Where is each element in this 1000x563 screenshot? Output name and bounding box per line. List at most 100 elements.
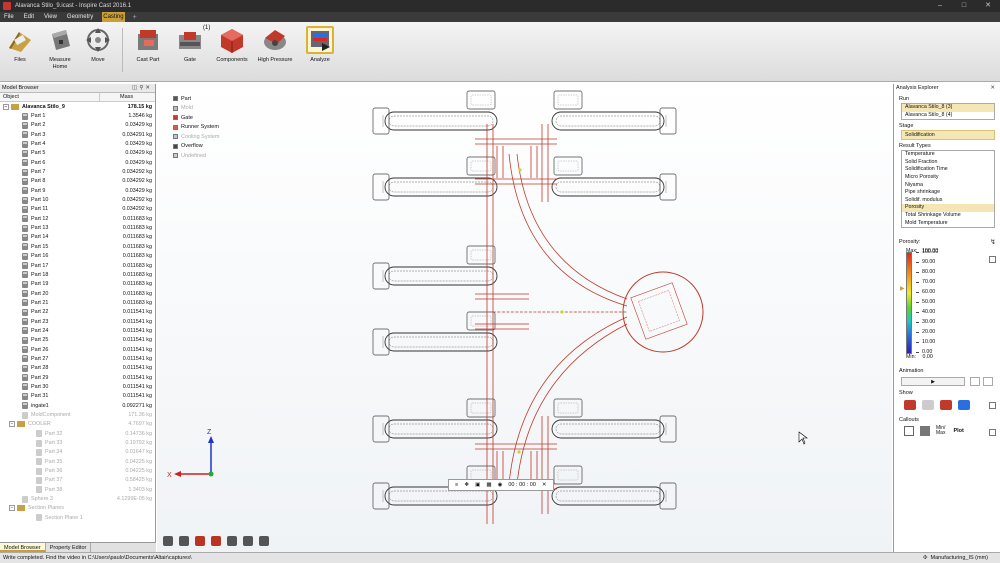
tree-row[interactable]: Part 14 0.011683 kg [0, 233, 155, 242]
part-lever[interactable] [551, 90, 677, 135]
fit-icon[interactable]: ▣ [475, 482, 480, 488]
show-mold-icon[interactable] [922, 400, 934, 410]
tree-row[interactable]: Part 38 1.3403 kg [0, 485, 155, 494]
tree-row[interactable]: MoldComponent 171.36 kg [0, 410, 155, 419]
measure-home-button[interactable]: Measure Home [40, 26, 80, 71]
tree-row[interactable]: Part 36 0.04225 kg [0, 466, 155, 475]
tree-row[interactable]: Part 34 0.01647 kg [0, 448, 155, 457]
tree-row[interactable]: Part 25 0.011541 kg [0, 336, 155, 345]
tree-row[interactable]: Part 21 0.011683 kg [0, 298, 155, 307]
zoom-icon[interactable] [227, 536, 237, 546]
part-lever[interactable] [551, 465, 677, 510]
expand-toggle-icon[interactable]: − [9, 421, 15, 428]
run-item[interactable]: Alavanca Stilo_8 (3) [902, 104, 994, 112]
result-type-item[interactable]: Solidif. modulus [902, 197, 994, 205]
runner-system[interactable] [475, 124, 704, 524]
part-lever[interactable] [372, 311, 498, 356]
menu-casting[interactable]: Casting [102, 12, 125, 22]
menu-view[interactable]: View [43, 12, 58, 22]
box-icon[interactable] [211, 536, 221, 546]
part-lever[interactable] [372, 245, 498, 290]
callout-pin-icon[interactable] [904, 426, 914, 436]
part-lever[interactable] [551, 156, 677, 201]
scale-pointer-icon[interactable]: ▶ [900, 285, 905, 292]
callout-cube-icon[interactable] [920, 426, 930, 436]
shade-icon[interactable] [259, 536, 269, 546]
animation-export-icon[interactable] [983, 377, 993, 386]
tree-row[interactable]: Part 20 0.011683 kg [0, 289, 155, 298]
callout-plot-button[interactable]: Plot [953, 428, 963, 434]
tree-row[interactable]: Part 31 0.011541 kg [0, 392, 155, 401]
tree-row[interactable]: Part 12 0.011683 kg [0, 214, 155, 223]
show-gate-icon[interactable] [940, 400, 952, 410]
tree-row[interactable]: Part 10 0.034292 kg [0, 195, 155, 204]
tree-row[interactable]: Part 18 0.011683 kg [0, 270, 155, 279]
stop-record-icon[interactable]: ◉ [498, 482, 503, 488]
tree-row[interactable]: Part 13 0.011683 kg [0, 223, 155, 232]
gate-button[interactable]: Gate [170, 26, 210, 64]
result-type-item[interactable]: Total Shrinkage Volume [902, 212, 994, 220]
tree-row[interactable]: Part 32 0.14736 kg [0, 429, 155, 438]
tree-row[interactable]: Part 7 0.034292 kg [0, 167, 155, 176]
files-button[interactable]: Files [0, 26, 40, 64]
callouts-settings-icon[interactable] [989, 429, 996, 436]
expand-toggle-icon[interactable]: − [3, 103, 9, 110]
analyze-button[interactable]: Analyze [300, 26, 340, 64]
tree-row[interactable]: Part 1 1.3546 kg [0, 111, 155, 120]
part-lever[interactable] [551, 398, 677, 443]
menu-file[interactable]: File [3, 12, 15, 22]
tree-row[interactable]: Part 9 0.03429 kg [0, 186, 155, 195]
close-panel-icon[interactable]: ✕ [145, 85, 152, 91]
minimize-icon[interactable]: – [928, 0, 952, 12]
tree-row[interactable]: Part 6 0.03429 kg [0, 158, 155, 167]
high-pressure-button[interactable]: High Pressure [255, 26, 295, 64]
tree-row[interactable]: − COOLER 4.7697 kg [0, 420, 155, 429]
menu-icon[interactable]: ≡ [455, 482, 458, 488]
wireframe-icon[interactable] [243, 536, 253, 546]
tree-row[interactable]: Part 2 0.03429 kg [0, 121, 155, 130]
units-selector[interactable]: ✣ Manufacturing_IS (mm) [923, 553, 988, 563]
tree-row[interactable]: Section Plane 1 [0, 513, 155, 522]
callout-minmax-button[interactable]: Min/ Max [936, 426, 945, 436]
animation-settings-icon[interactable] [970, 377, 980, 386]
result-type-item[interactable]: Niyama [902, 182, 994, 190]
view-icon[interactable] [163, 536, 173, 546]
tree-row[interactable]: ingate1 0.092271 kg [0, 401, 155, 410]
tree-row[interactable]: − Alavanca Stilo_9 178.15 kg [0, 102, 155, 111]
tree-row[interactable]: Part 8 0.034292 kg [0, 177, 155, 186]
tab-model-browser[interactable]: Model Browser [0, 543, 46, 552]
result-type-item[interactable]: Solidification Time [902, 166, 994, 174]
col-object[interactable]: Object [0, 93, 100, 101]
tree-row[interactable]: Part 19 0.011683 kg [0, 280, 155, 289]
tree-row[interactable]: Part 4 0.03429 kg [0, 139, 155, 148]
tree-row[interactable]: Part 30 0.011541 kg [0, 382, 155, 391]
run-item[interactable]: Alavanca Stilo_8 (4) [902, 112, 994, 120]
result-type-item[interactable]: Temperature [902, 151, 994, 159]
part-lever[interactable] [372, 398, 498, 443]
result-type-item[interactable]: Pipe shrinkage [902, 189, 994, 197]
tree-row[interactable]: Part 35 0.04225 kg [0, 457, 155, 466]
tree-row[interactable]: Part 37 0.58425 kg [0, 476, 155, 485]
components-button[interactable]: Components [212, 26, 252, 64]
tree-row[interactable]: Part 24 0.011541 kg [0, 326, 155, 335]
camera-icon[interactable]: ▩ [486, 482, 491, 488]
show-cooling-icon[interactable] [958, 400, 970, 410]
col-mass[interactable]: Mass [100, 93, 155, 101]
3d-viewport[interactable]: Part Mold Gate Runner System Cooling System O… [157, 84, 892, 552]
close-window-icon[interactable]: ✕ [976, 0, 1000, 12]
result-type-item[interactable]: Porosity [902, 204, 994, 212]
result-type-item[interactable]: Solid Fraction [902, 159, 994, 167]
tree-row[interactable]: Part 17 0.011683 kg [0, 261, 155, 270]
section-icon[interactable] [179, 536, 189, 546]
tree-row[interactable]: Part 11 0.034292 kg [0, 205, 155, 214]
part-lever[interactable] [372, 90, 498, 135]
maximize-icon[interactable]: □ [952, 0, 976, 12]
close-toolbar-icon[interactable]: ✕ [542, 482, 547, 488]
menu-edit[interactable]: Edit [23, 12, 35, 22]
move-button[interactable]: Move [78, 26, 118, 64]
tree-row[interactable]: Part 28 0.011541 kg [0, 364, 155, 373]
tree-row[interactable]: Sphere 3 4.1299E-05 kg [0, 494, 155, 503]
show-settings-icon[interactable] [989, 402, 996, 409]
tree-row[interactable]: Part 23 0.011541 kg [0, 317, 155, 326]
play-animation-button[interactable]: ▶ [901, 377, 965, 386]
